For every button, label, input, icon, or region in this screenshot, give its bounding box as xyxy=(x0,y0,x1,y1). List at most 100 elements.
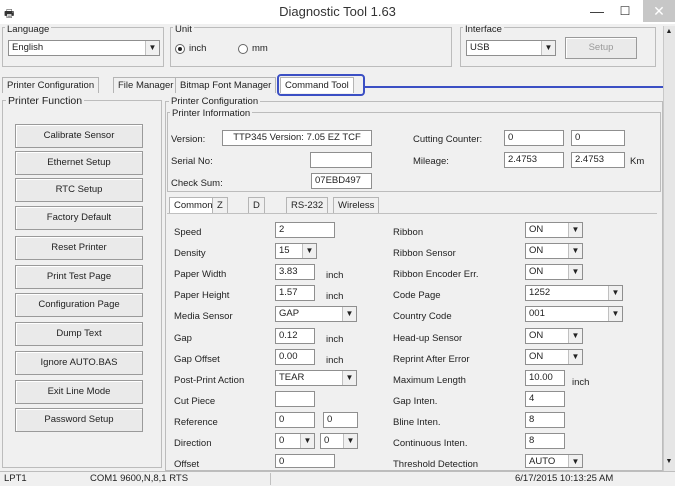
tab-file-manager[interactable]: File Manager xyxy=(113,77,179,93)
scroll-down-icon[interactable]: ▼ xyxy=(664,458,674,465)
status-com: COM1 9600,N,8,1 RTS xyxy=(90,473,189,484)
speed-field[interactable]: 2 xyxy=(275,222,335,238)
post-print-action-select[interactable]: TEAR ▼ xyxy=(275,370,357,386)
printer-configuration-label: Printer Configuration xyxy=(169,96,261,107)
minimize-button[interactable]: — xyxy=(583,0,611,22)
print-test-page-button[interactable]: Print Test Page xyxy=(15,265,143,289)
head-up-sensor-label: Head-up Sensor xyxy=(393,333,463,344)
gap-inten-label: Gap Inten. xyxy=(393,396,438,407)
vertical-scrollbar[interactable] xyxy=(663,26,675,471)
chevron-down-icon: ▼ xyxy=(568,455,582,467)
reference-y-field[interactable]: 0 xyxy=(323,412,358,428)
reprint-after-error-select[interactable]: ON ▼ xyxy=(525,349,583,365)
gap-unit: inch xyxy=(326,334,344,345)
printer-information-label: Printer Information xyxy=(170,108,253,119)
gap-offset-field[interactable]: 0.00 xyxy=(275,349,315,365)
reset-printer-button[interactable]: Reset Printer xyxy=(15,236,143,260)
gap-inten-field[interactable]: 4 xyxy=(525,391,565,407)
chevron-down-icon: ▼ xyxy=(300,434,314,448)
paper-width-field[interactable]: 3.83 xyxy=(275,264,315,280)
factory-default-button[interactable]: Factory Default xyxy=(15,206,143,230)
reference-x-field[interactable]: 0 xyxy=(275,412,315,428)
maximize-button[interactable]: ☐ xyxy=(611,0,639,22)
bline-inten-field[interactable]: 8 xyxy=(525,412,565,428)
reprint-after-error-label: Reprint After Error xyxy=(393,354,470,365)
scroll-up-icon[interactable]: ▲ xyxy=(664,28,674,35)
password-setup-button[interactable]: Password Setup xyxy=(15,408,143,432)
exit-line-mode-button[interactable]: Exit Line Mode xyxy=(15,380,143,404)
bline-inten-label: Bline Inten. xyxy=(393,417,441,428)
maximum-length-field[interactable]: 10.00 xyxy=(525,370,565,386)
direction-select-2[interactable]: 0 ▼ xyxy=(320,433,358,449)
tab-rs232[interactable]: RS-232 xyxy=(286,197,329,213)
subtab-divider xyxy=(167,213,657,214)
tab-bitmap-font-manager[interactable]: Bitmap Font Manager xyxy=(175,77,277,93)
threshold-detection-value: AUTO xyxy=(529,456,556,467)
paper-height-unit: inch xyxy=(326,291,344,302)
close-button[interactable]: ✕ xyxy=(643,0,675,22)
tab-d[interactable]: D xyxy=(248,197,265,213)
tab-wireless[interactable]: Wireless xyxy=(333,197,380,213)
interface-value: USB xyxy=(470,42,490,53)
serial-no-field xyxy=(310,152,372,168)
cut-piece-field[interactable] xyxy=(275,391,315,407)
chevron-down-icon: ▼ xyxy=(343,434,357,448)
direction-select-1[interactable]: 0 ▼ xyxy=(275,433,315,449)
chevron-down-icon: ▼ xyxy=(302,244,316,258)
offset-field[interactable]: 0 xyxy=(275,454,335,468)
ethernet-setup-button[interactable]: Ethernet Setup xyxy=(15,151,143,175)
maximum-length-unit: inch xyxy=(572,377,590,388)
cut-piece-label: Cut Piece xyxy=(174,396,216,407)
diagnostic-tool-window: 🖶 Diagnostic Tool 1.63 — ☐ ✕ Language En… xyxy=(0,0,675,486)
tab-common[interactable]: Common xyxy=(169,197,218,213)
ignore-autobas-button[interactable]: Ignore AUTO.BAS xyxy=(15,351,143,375)
ribbon-encoder-err-value: ON xyxy=(529,266,544,277)
density-select[interactable]: 15 ▼ xyxy=(275,243,317,259)
unit-inch-radio[interactable] xyxy=(175,44,185,54)
status-port: LPT1 xyxy=(4,473,27,484)
cutting-counter-field-1: 0 xyxy=(504,130,564,146)
tab-printer-configuration[interactable]: Printer Configuration xyxy=(2,77,100,93)
media-sensor-value: GAP xyxy=(279,308,300,319)
rtc-setup-button[interactable]: RTC Setup xyxy=(15,178,143,202)
ribbon-sensor-select[interactable]: ON ▼ xyxy=(525,243,583,259)
calibrate-sensor-button[interactable]: Calibrate Sensor xyxy=(15,124,143,148)
interface-select[interactable]: USB ▼ xyxy=(466,40,556,56)
country-code-select[interactable]: 001 ▼ xyxy=(525,306,623,322)
density-label: Density xyxy=(174,248,206,259)
threshold-detection-select[interactable]: AUTO ▼ xyxy=(525,454,583,468)
mileage-field-2: 2.4753 xyxy=(571,152,625,168)
setup-button[interactable]: Setup xyxy=(565,37,637,59)
continuous-inten-field[interactable]: 8 xyxy=(525,433,565,449)
tab-z[interactable]: Z xyxy=(212,197,228,213)
gap-offset-unit: inch xyxy=(326,355,344,366)
media-sensor-label: Media Sensor xyxy=(174,311,233,322)
unit-mm-label: mm xyxy=(252,43,268,54)
chevron-down-icon: ▼ xyxy=(568,329,582,343)
mileage-unit: Km xyxy=(630,156,645,167)
chevron-down-icon: ▼ xyxy=(608,286,622,300)
head-up-sensor-select[interactable]: ON ▼ xyxy=(525,328,583,344)
language-select[interactable]: English ▼ xyxy=(8,40,160,56)
gap-field[interactable]: 0.12 xyxy=(275,328,315,344)
interface-label: Interface xyxy=(463,24,504,35)
speed-label: Speed xyxy=(174,227,202,238)
ribbon-encoder-err-select[interactable]: ON ▼ xyxy=(525,264,583,280)
status-divider xyxy=(270,473,271,485)
check-sum-field: 07EBD497 xyxy=(311,173,372,189)
paper-height-field[interactable]: 1.57 xyxy=(275,285,315,301)
density-value: 15 xyxy=(279,245,290,256)
cutting-counter-label: Cutting Counter: xyxy=(413,134,483,145)
direction-value-1: 0 xyxy=(279,435,285,446)
chevron-down-icon: ▼ xyxy=(568,265,582,279)
configuration-page-button[interactable]: Configuration Page xyxy=(15,293,143,317)
ribbon-select[interactable]: ON ▼ xyxy=(525,222,583,238)
media-sensor-select[interactable]: GAP ▼ xyxy=(275,306,357,322)
dump-text-button[interactable]: Dump Text xyxy=(15,322,143,346)
code-page-value: 1252 xyxy=(529,287,551,298)
code-page-select[interactable]: 1252 ▼ xyxy=(525,285,623,301)
printer-function-label: Printer Function xyxy=(6,95,85,107)
continuous-inten-label: Continuous Inten. xyxy=(393,438,468,449)
unit-mm-radio[interactable] xyxy=(238,44,248,54)
post-print-action-label: Post-Print Action xyxy=(174,375,245,386)
